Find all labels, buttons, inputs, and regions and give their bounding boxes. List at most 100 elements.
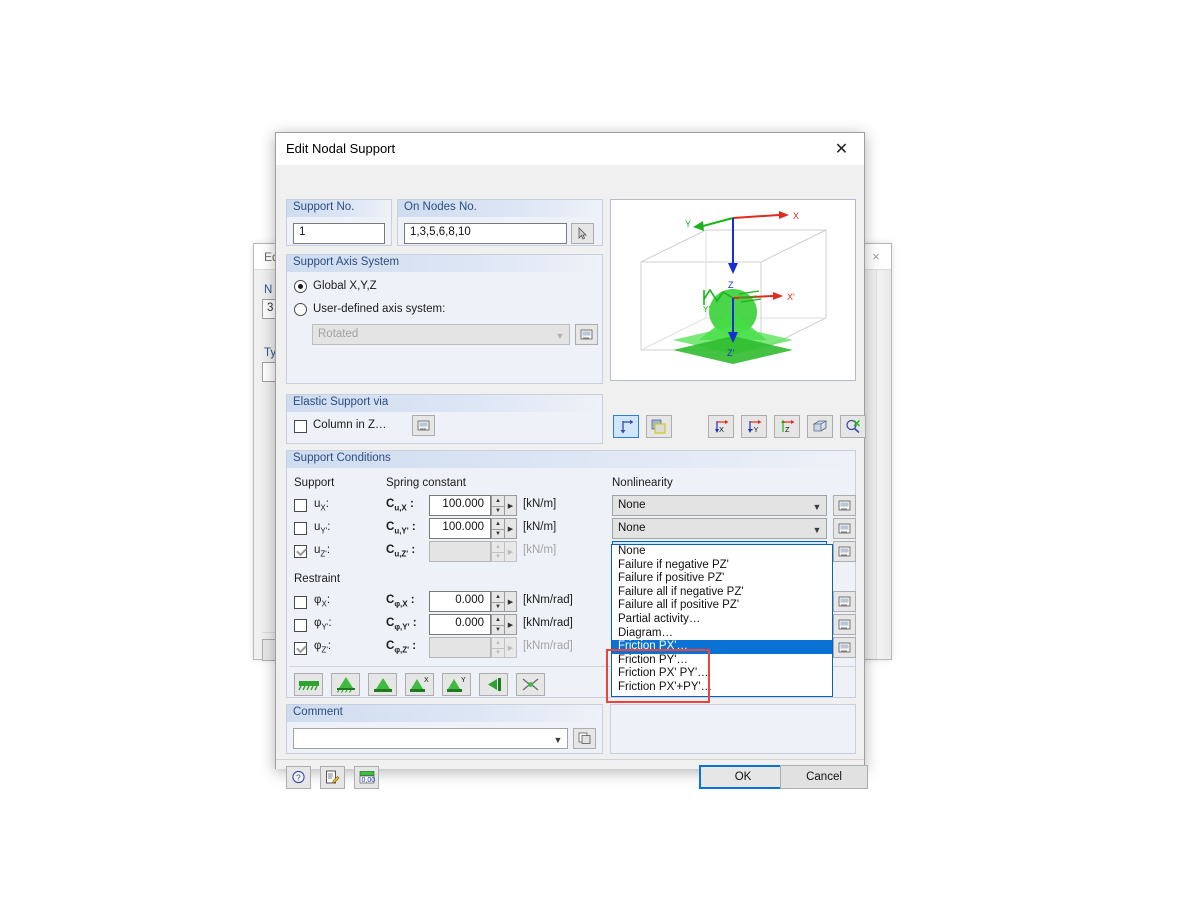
viewport-zoom-all-icon[interactable] (840, 415, 866, 438)
preset-wall-support-icon[interactable] (479, 673, 508, 696)
preset-fixed-support-icon[interactable] (368, 673, 397, 696)
checkbox-support-uY[interactable] (294, 522, 307, 535)
dropdown-option-none[interactable]: None (612, 545, 832, 559)
checkbox-restraint-phiY[interactable] (294, 619, 307, 632)
background-window-right-close-icon[interactable]: × (863, 246, 889, 268)
on-nodes-input[interactable]: 1,3,5,6,8,10 (404, 223, 567, 244)
preset-fixed-line-support-icon[interactable] (294, 673, 323, 696)
dropdown-option-partial-activity[interactable]: Partial activity… (612, 613, 832, 627)
ok-button[interactable]: OK (699, 765, 787, 789)
nonlinearity-combo-uX-value: None (618, 498, 646, 511)
elastic-support-edit-dialog-icon[interactable] (412, 415, 435, 436)
units-icon[interactable]: 0,00 (354, 766, 379, 789)
dropdown-option-diagram[interactable]: Diagram… (612, 627, 832, 641)
axis-system-edit-dialog-icon[interactable] (575, 324, 598, 345)
preset-sliding-x-support-icon[interactable]: X (405, 673, 434, 696)
dropdown-option-failure-if-negative-pz[interactable]: Failure if negative PZ' (612, 559, 832, 573)
axis-system-combo[interactable]: Rotated ▼ (312, 324, 570, 345)
spinner-spring-uX[interactable]: ▲ ▼ ▶ (491, 495, 517, 516)
column-header-spring-constant: Spring constant (386, 477, 466, 489)
chevron-down-icon: ▼ (812, 501, 822, 512)
comment-combo-value (299, 739, 549, 741)
svg-text:?: ? (296, 773, 301, 783)
copy-comment-icon[interactable] (573, 728, 596, 749)
svg-text:Z: Z (728, 280, 734, 290)
label-restraint-phiX: φX: (314, 594, 331, 609)
nonlinearity-combo-uY[interactable]: None ▼ (612, 518, 827, 539)
nonlinearity-edit-dialog-icon-phiX[interactable] (833, 591, 856, 612)
viewport-view-x-icon[interactable]: X (708, 415, 734, 438)
background-right-scroll-column[interactable] (876, 270, 891, 659)
svg-text:X: X (793, 211, 799, 221)
viewport-isometric-view-icon[interactable] (807, 415, 833, 438)
comment-group-label: Comment (287, 705, 602, 722)
label-support-uY: uY': (314, 521, 331, 536)
support-no-input[interactable]: 1 (293, 223, 385, 244)
comment-combo[interactable]: ▼ (293, 728, 568, 749)
pick-cursor-icon[interactable] (571, 223, 594, 244)
checkbox-restraint-phiX[interactable] (294, 596, 307, 609)
radio-user-defined-axis-label: User-defined axis system: (313, 303, 446, 315)
checkbox-support-uX[interactable] (294, 499, 307, 512)
nonlinearity-combo-uX[interactable]: None ▼ (612, 495, 827, 516)
radio-global-axis[interactable] (294, 280, 307, 293)
checkbox-column-in-z[interactable] (294, 420, 307, 433)
nonlinearity-edit-dialog-icon-phiY[interactable] (833, 614, 856, 635)
svg-text:X: X (719, 425, 724, 434)
label-spring-phiY: Cφ,Y' : (386, 617, 417, 632)
elastic-support-label: Elastic Support via (287, 395, 602, 412)
dropdown-option-friction-px-py[interactable]: Friction PX' PY'… (612, 667, 832, 681)
svg-text:Y: Y (461, 677, 466, 684)
dropdown-option-failure-if-positive-pz[interactable]: Failure if positive PZ' (612, 572, 832, 586)
nonlinearity-edit-dialog-icon-uX[interactable] (833, 495, 856, 516)
radio-user-defined-axis[interactable] (294, 303, 307, 316)
dropdown-option-failure-all-if-negative-pz[interactable]: Failure all if negative PZ' (612, 586, 832, 600)
svg-text:Z': Z' (727, 348, 734, 358)
nonlinearity-dropdown-list[interactable]: None Failure if negative PZ' Failure if … (611, 544, 833, 697)
preview-3d-viewport[interactable]: X Y Z X' Y' Z' (610, 199, 856, 381)
input-spring-phiY[interactable]: 0.000 (429, 614, 491, 635)
viewport-view-z-icon[interactable]: Z (774, 415, 800, 438)
axis-system-combo-value: Rotated (318, 327, 359, 340)
dropdown-option-failure-all-if-positive-pz[interactable]: Failure all if positive PZ' (612, 599, 832, 613)
preset-sliding-y-support-icon[interactable]: Y (442, 673, 471, 696)
input-spring-phiX[interactable]: 0.000 (429, 591, 491, 612)
nonlinearity-edit-dialog-icon-phiZ[interactable] (833, 637, 856, 658)
label-support-uX: uX: (314, 498, 329, 513)
input-spring-uX[interactable]: 100.000 (429, 495, 491, 516)
svg-text:X': X' (787, 292, 795, 302)
label-restraint-phiZ: φZ': (314, 640, 332, 655)
spinner-spring-phiX[interactable]: ▲ ▼ ▶ (491, 591, 517, 612)
dialog-titlebar: Edit Nodal Support ✕ (276, 133, 864, 165)
dropdown-option-friction-py[interactable]: Friction PY'… (612, 654, 832, 668)
cancel-button[interactable]: Cancel (780, 765, 868, 789)
dropdown-option-friction-px-plus-py[interactable]: Friction PX'+PY'… (612, 681, 832, 695)
unit-spring-uZ: [kN/m] (523, 544, 557, 556)
support-conditions-label: Support Conditions (287, 451, 855, 468)
preset-free-node-icon[interactable] (516, 673, 545, 696)
chevron-down-icon: ▼ (812, 524, 822, 535)
label-spring-uZ: Cu,Z' : (386, 544, 416, 559)
support-no-group-label: Support No. (287, 200, 391, 217)
label-spring-phiZ: Cφ,Z' : (386, 640, 417, 655)
spinner-spring-uZ: ▲ ▼ ▶ (491, 541, 517, 562)
checkbox-restraint-phiZ[interactable] (294, 642, 307, 655)
support-axis-system-group: Support Axis System Global X,Y,Z User-de… (286, 254, 603, 384)
help-icon[interactable]: ? (286, 766, 311, 789)
nonlinearity-edit-dialog-icon-uY[interactable] (833, 518, 856, 539)
input-spring-uY[interactable]: 100.000 (429, 518, 491, 539)
spinner-spring-phiY[interactable]: ▲ ▼ ▶ (491, 614, 517, 635)
nonlinearity-side-panel (610, 704, 856, 754)
nonlinearity-edit-dialog-icon-uZ[interactable] (833, 541, 856, 562)
viewport-show-plane-icon[interactable] (646, 415, 672, 438)
dropdown-option-friction-px[interactable]: Friction PX'… (612, 640, 832, 654)
notes-icon[interactable] (320, 766, 345, 789)
viewport-show-axes-icon[interactable] (613, 415, 639, 438)
preset-hinged-support-icon[interactable] (331, 673, 360, 696)
checkbox-support-uZ[interactable] (294, 545, 307, 558)
close-icon[interactable]: ✕ (819, 133, 864, 164)
spinner-spring-uY[interactable]: ▲ ▼ ▶ (491, 518, 517, 539)
dialog-body: Support No. 1 On Nodes No. 1,3,5,6,8,10 (276, 165, 868, 789)
viewport-view-y-icon[interactable]: -Y (741, 415, 767, 438)
on-nodes-group: On Nodes No. 1,3,5,6,8,10 (397, 199, 603, 246)
